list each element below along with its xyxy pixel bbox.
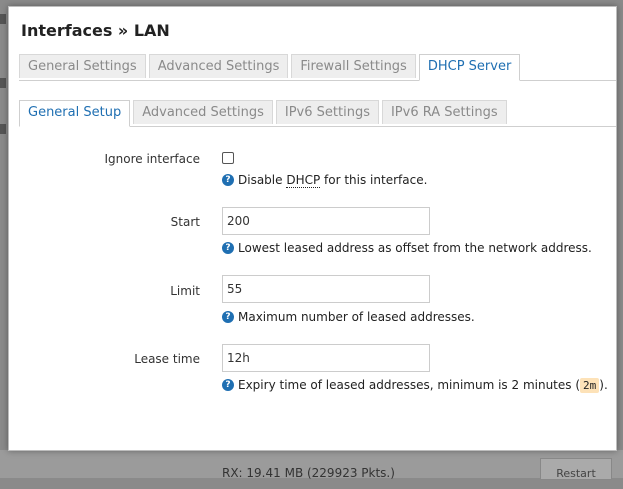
limit-help: ? Maximum number of leased addresses.: [222, 310, 475, 324]
outer-tab-bar: General Settings Advanced Settings Firew…: [19, 54, 616, 81]
start-label: Start: [170, 215, 200, 229]
interface-modal: Interfaces » LAN General Settings Advanc…: [8, 6, 617, 451]
help-icon: ?: [222, 174, 234, 186]
help-icon: ?: [222, 311, 234, 323]
limit-help-text: Maximum number of leased addresses.: [238, 310, 475, 324]
help-icon: ?: [222, 379, 234, 391]
lease-help-pre: Expiry time of leased addresses, minimum…: [238, 378, 581, 392]
limit-label: Limit: [170, 284, 200, 298]
start-help: ? Lowest leased address as offset from t…: [222, 241, 592, 255]
help-text-pre: Disable: [238, 173, 287, 187]
subtab-ipv6-ra-settings[interactable]: IPv6 RA Settings: [381, 100, 507, 124]
start-input[interactable]: [222, 207, 430, 235]
limit-input[interactable]: [222, 275, 430, 303]
background-edge: [0, 0, 8, 478]
lease-time-label: Lease time: [134, 352, 200, 366]
ignore-interface-help: ? Disable DHCP for this interface.: [222, 173, 428, 188]
lease-time-help: ? Expiry time of leased addresses, minim…: [222, 378, 608, 393]
lease-help-post: ).: [599, 378, 608, 392]
background-status-strip: RX: 19.41 MB (229923 Pkts.) Restart: [0, 450, 623, 480]
dhcp-abbr: DHCP: [286, 173, 321, 188]
lease-time-input[interactable]: [222, 344, 430, 372]
ignore-interface-checkbox[interactable]: [222, 152, 234, 164]
tab-general-settings[interactable]: General Settings: [19, 54, 146, 78]
help-icon: ?: [222, 242, 234, 254]
start-help-text: Lowest leased address as offset from the…: [238, 241, 592, 255]
restart-button[interactable]: Restart: [540, 458, 612, 480]
subtab-advanced-settings[interactable]: Advanced Settings: [133, 100, 273, 124]
subtab-ipv6-settings[interactable]: IPv6 Settings: [275, 100, 379, 124]
subtab-general-setup[interactable]: General Setup: [19, 100, 131, 127]
tab-dhcp-server[interactable]: DHCP Server: [418, 54, 521, 81]
inner-tab-bar: General Setup Advanced Settings IPv6 Set…: [19, 100, 616, 127]
help-text-post: for this interface.: [320, 173, 428, 187]
tab-advanced-settings[interactable]: Advanced Settings: [148, 54, 289, 78]
lease-code-2m: 2m: [580, 378, 600, 393]
modal-title: Interfaces » LAN: [21, 21, 170, 40]
ignore-interface-label: Ignore interface: [104, 152, 201, 166]
tab-firewall-settings[interactable]: Firewall Settings: [291, 54, 416, 78]
